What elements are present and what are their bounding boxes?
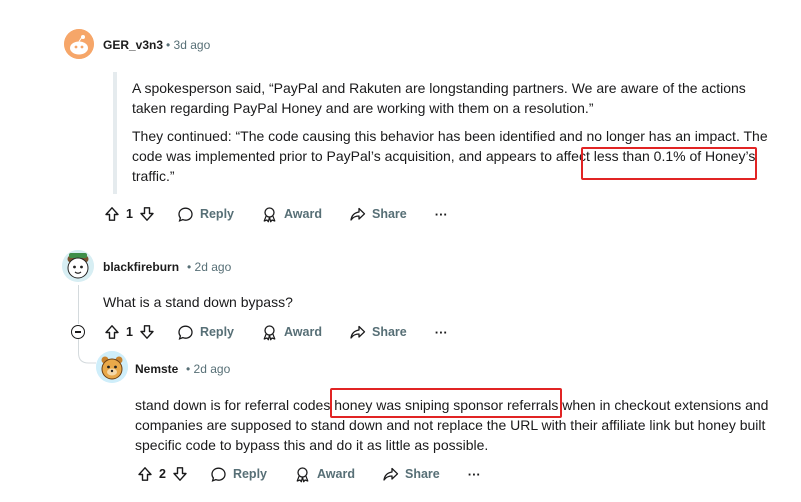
vote-count: 1 [126, 207, 133, 221]
timestamp-text: 3d ago [173, 38, 211, 52]
username[interactable]: blackfireburn [103, 260, 179, 274]
snoo-avatar-icon [64, 29, 94, 59]
share-button[interactable]: Share [349, 206, 407, 223]
share-icon [350, 207, 366, 221]
award-label: Award [284, 207, 322, 221]
award-button[interactable]: Award [294, 466, 355, 483]
avatar[interactable] [62, 250, 94, 282]
timestamp: • 2d ago [187, 260, 232, 274]
comment-text: What is a stand down bypass? [103, 294, 293, 310]
share-label: Share [371, 325, 407, 339]
upvote-icon [138, 467, 152, 481]
share-icon [383, 467, 399, 481]
upvote-button[interactable] [104, 206, 120, 222]
comment-actions: 1 Reply Award Share ··· [104, 319, 448, 345]
downvote-icon [140, 207, 154, 221]
reply-button[interactable]: Reply [177, 324, 234, 341]
award-icon [296, 466, 309, 482]
award-label: Award [284, 325, 322, 339]
share-button[interactable]: Share [382, 466, 440, 483]
vote-count: 2 [159, 467, 166, 481]
reply-icon [178, 325, 193, 340]
share-label: Share [404, 467, 440, 481]
share-button[interactable]: Share [349, 324, 407, 341]
thread-line[interactable] [78, 285, 79, 324]
reply-button[interactable]: Reply [210, 466, 267, 483]
reply-button[interactable]: Reply [177, 206, 234, 223]
upvote-icon [105, 325, 119, 339]
avatar[interactable] [96, 351, 128, 383]
share-label: Share [371, 207, 407, 221]
more-options-button[interactable]: ··· [435, 207, 448, 222]
highlight-box [330, 388, 562, 418]
reply-label: Reply [199, 325, 234, 339]
reply-label: Reply [232, 467, 267, 481]
comment-actions: 1 Reply Award Share ··· [104, 201, 448, 227]
downvote-button[interactable] [139, 324, 155, 340]
username[interactable]: GER_v3n3 [103, 38, 163, 52]
more-options-button[interactable]: ··· [468, 467, 481, 482]
quote-paragraph: A spokesperson said, “PayPal and Rakuten… [132, 80, 746, 116]
more-options-icon: ··· [434, 324, 448, 340]
timestamp: • 3d ago [166, 38, 211, 52]
downvote-button[interactable] [172, 466, 188, 482]
username[interactable]: Nemste [135, 362, 178, 376]
comment-actions: 2 Reply Award Share ··· [137, 461, 481, 487]
award-label: Award [317, 467, 355, 481]
upvote-icon [105, 207, 119, 221]
award-icon [263, 324, 276, 340]
avatar[interactable] [64, 29, 94, 59]
reply-icon [211, 467, 226, 482]
collapse-thread-button[interactable] [71, 325, 85, 339]
share-icon [350, 325, 366, 339]
downvote-button[interactable] [139, 206, 155, 222]
timestamp-text: 2d ago [193, 362, 231, 376]
reply-label: Reply [199, 207, 234, 221]
more-options-button[interactable]: ··· [435, 325, 448, 340]
quote-bar [113, 72, 117, 194]
timestamp-text: 2d ago [194, 260, 232, 274]
award-icon [263, 206, 276, 222]
bear-avatar-icon [96, 351, 128, 383]
reply-icon [178, 207, 193, 222]
more-options-icon: ··· [467, 466, 481, 482]
highlight-box [581, 147, 757, 180]
timestamp: • 2d ago [186, 362, 231, 376]
more-options-icon: ··· [434, 206, 448, 222]
upvote-button[interactable] [137, 466, 153, 482]
vote-count: 1 [126, 325, 133, 339]
award-button[interactable]: Award [261, 324, 322, 341]
upvote-button[interactable] [104, 324, 120, 340]
downvote-icon [173, 467, 187, 481]
award-button[interactable]: Award [261, 206, 322, 223]
downvote-icon [140, 325, 154, 339]
bear-avatar-icon [62, 250, 94, 282]
